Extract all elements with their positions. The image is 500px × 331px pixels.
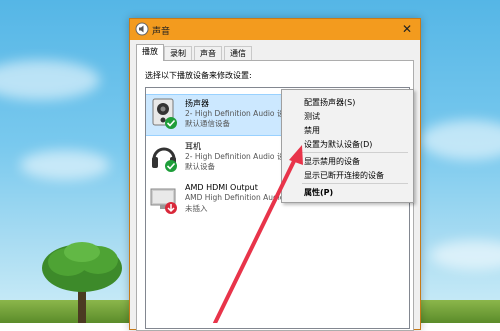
menu-separator xyxy=(302,152,408,153)
headphones-icon xyxy=(152,147,177,172)
menu-item-disable[interactable]: 禁用 xyxy=(304,125,320,136)
device-status: 未插入 xyxy=(185,204,208,213)
title-bar[interactable]: 声音 ✕ xyxy=(130,19,420,40)
tab-playback[interactable]: 播放 xyxy=(136,44,164,61)
menu-item-set-default-device[interactable]: 设置为默认设备(D) xyxy=(304,139,372,150)
close-button[interactable]: ✕ xyxy=(402,22,412,36)
sound-app-icon xyxy=(135,22,149,36)
panel-hint: 选择以下播放设备来修改设置: xyxy=(145,71,252,80)
menu-separator xyxy=(302,183,408,184)
device-status: 默认通信设备 xyxy=(185,119,230,128)
menu-item-show-disabled[interactable]: 显示禁用的设备 xyxy=(304,156,360,167)
menu-item-properties[interactable]: 属性(P) xyxy=(304,187,333,198)
tab-communications[interactable]: 通信 xyxy=(224,46,252,60)
speaker-icon xyxy=(152,98,177,129)
tab-recording[interactable]: 录制 xyxy=(164,46,192,60)
tab-sounds[interactable]: 声音 xyxy=(194,46,222,60)
window-title: 声音 xyxy=(152,27,171,37)
default-comm-badge-icon xyxy=(165,117,177,129)
menu-item-show-disconnected[interactable]: 显示已断开连接的设备 xyxy=(304,170,384,181)
default-badge-icon xyxy=(165,160,177,172)
device-status: 默认设备 xyxy=(185,162,215,171)
menu-item-test[interactable]: 测试 xyxy=(304,111,320,122)
monitor-icon xyxy=(150,188,177,214)
menu-item-configure-speakers[interactable]: 配置扬声器(S) xyxy=(304,97,355,108)
device-context-menu: 配置扬声器(S) 测试 禁用 设置为默认设备(D) 显示禁用的设备 显示已断开连… xyxy=(281,89,414,203)
device-name: AMD HDMI Output xyxy=(185,183,258,192)
device-description: AMD High Definition Audio xyxy=(185,193,285,202)
tree-image xyxy=(42,242,122,323)
